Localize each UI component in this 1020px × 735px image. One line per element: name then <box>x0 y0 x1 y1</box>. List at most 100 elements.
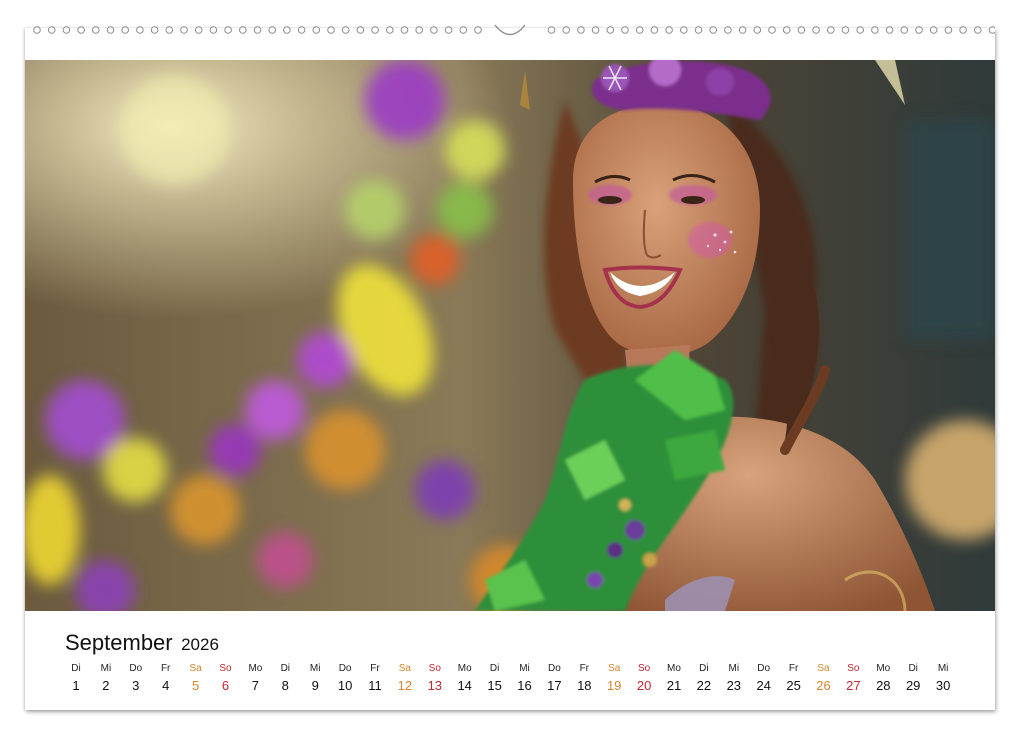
weekday-label: Fr <box>370 663 380 674</box>
binding-ring <box>768 26 776 34</box>
day-cell: Mo 28 <box>868 662 898 696</box>
day-number: 6 <box>221 678 230 693</box>
binding-ring <box>694 26 703 34</box>
binding-ring <box>136 26 144 34</box>
day-cell: Mi 16 <box>510 662 540 696</box>
day-cell: Di 22 <box>689 662 719 696</box>
weekday-label: Fr <box>788 663 799 674</box>
binding-ring <box>371 26 379 34</box>
weekday-label: Di <box>908 663 918 674</box>
month-year: 2026 <box>181 635 219 654</box>
weekday-label: Mi <box>728 663 740 674</box>
binding-ring <box>47 26 56 34</box>
day-number: 2 <box>102 678 110 693</box>
weekday-label: Sa <box>398 663 411 674</box>
weekday-label: Di <box>699 663 709 674</box>
binding-ring <box>797 26 806 34</box>
day-number: 26 <box>816 678 831 693</box>
binding-ring <box>327 26 335 34</box>
day-number: 11 <box>368 678 382 693</box>
binding-ring <box>709 26 718 34</box>
day-cell: Sa 5 <box>181 662 211 696</box>
binding-ring <box>283 26 291 34</box>
day-cell: Di 1 <box>61 662 91 696</box>
day-row: Di 1 Mi 2 Do 3 Fr 4 Sa 5 So 6 Mo 7 Di 8 Mi 9 Do 10 Fr 11 Sa 12 S… <box>61 662 971 698</box>
binding-ring <box>106 26 115 34</box>
binding-ring <box>209 26 218 34</box>
binding-ring <box>150 26 159 34</box>
day-number: 19 <box>606 678 622 693</box>
month-name: September <box>65 630 173 655</box>
day-number: 24 <box>756 678 771 693</box>
day-cell: So 6 <box>211 662 241 696</box>
binding-ring <box>268 26 276 34</box>
day-cell: Sa 19 <box>599 662 629 696</box>
binding-ring <box>562 26 571 34</box>
binding-ring <box>92 26 100 34</box>
binding-ring <box>239 26 247 34</box>
day-cell: Mi 9 <box>300 662 330 696</box>
binding-ring <box>944 26 953 34</box>
weekday-label: Do <box>338 663 352 674</box>
calendar-grid-area: September 2026 Di 1 Mi 2 Do 3 Fr 4 Sa 5 So 6 Mo 7 Di 8 M… <box>25 611 995 710</box>
binding-ring <box>312 26 321 34</box>
weekday-label: Mo <box>457 663 472 674</box>
binding-ring <box>635 26 644 34</box>
day-number: 22 <box>696 678 712 693</box>
day-cell: So 27 <box>838 662 868 696</box>
binding-ring <box>577 26 585 34</box>
binding-ring <box>341 26 350 34</box>
day-cell: Mi 30 <box>928 662 958 696</box>
day-number: 4 <box>162 678 170 693</box>
binding-ring <box>782 26 791 34</box>
weekday-label: Di <box>489 663 500 674</box>
day-number: 30 <box>935 678 951 693</box>
day-cell: Mi 23 <box>719 662 749 696</box>
day-cell: Mo 14 <box>450 662 480 696</box>
day-number: 14 <box>457 678 472 693</box>
hanger-hook-icon <box>494 24 526 36</box>
day-number: 16 <box>517 678 532 693</box>
day-number: 5 <box>191 678 200 693</box>
day-cell: Di 8 <box>270 662 300 696</box>
weekday-label: Fr <box>160 663 171 674</box>
day-cell: Di 29 <box>898 662 928 696</box>
day-number: 29 <box>905 678 921 693</box>
weekday-label: Sa <box>608 663 621 674</box>
binding-ring <box>430 26 438 34</box>
weekday-label: Sa <box>189 663 202 674</box>
weekday-label: Do <box>129 663 143 674</box>
binding-ring <box>606 26 615 34</box>
binding-ring <box>356 26 365 34</box>
day-cell: Do 24 <box>749 662 779 696</box>
carnival-photo <box>25 60 995 611</box>
day-cell: Fr 4 <box>151 662 181 696</box>
day-number: 12 <box>397 678 413 693</box>
binding-ring <box>400 26 409 34</box>
binding-ring <box>386 26 394 34</box>
month-title: September 2026 <box>65 630 219 656</box>
photo-illustration <box>25 60 995 611</box>
binding-ring <box>547 26 556 34</box>
binding-ring <box>33 26 41 34</box>
weekday-label: So <box>428 663 441 674</box>
binding-ring <box>988 26 995 34</box>
day-cell: Mo 21 <box>659 662 689 696</box>
binding-ring <box>121 26 129 34</box>
day-number: 18 <box>577 678 592 693</box>
day-cell: So 13 <box>420 662 450 696</box>
binding-ring <box>650 26 659 34</box>
day-number: 13 <box>427 678 443 693</box>
binding-ring <box>724 26 732 34</box>
day-cell: Do 10 <box>330 662 360 696</box>
binding-ring <box>841 26 850 34</box>
binding-ring <box>812 26 820 34</box>
day-number: 8 <box>281 678 289 693</box>
day-cell: So 20 <box>629 662 659 696</box>
day-cell: Sa 26 <box>809 662 839 696</box>
day-number: 23 <box>726 678 742 693</box>
day-number: 7 <box>251 678 259 693</box>
day-number: 15 <box>487 678 502 693</box>
day-cell: Sa 12 <box>390 662 420 696</box>
weekday-label: So <box>637 663 651 674</box>
